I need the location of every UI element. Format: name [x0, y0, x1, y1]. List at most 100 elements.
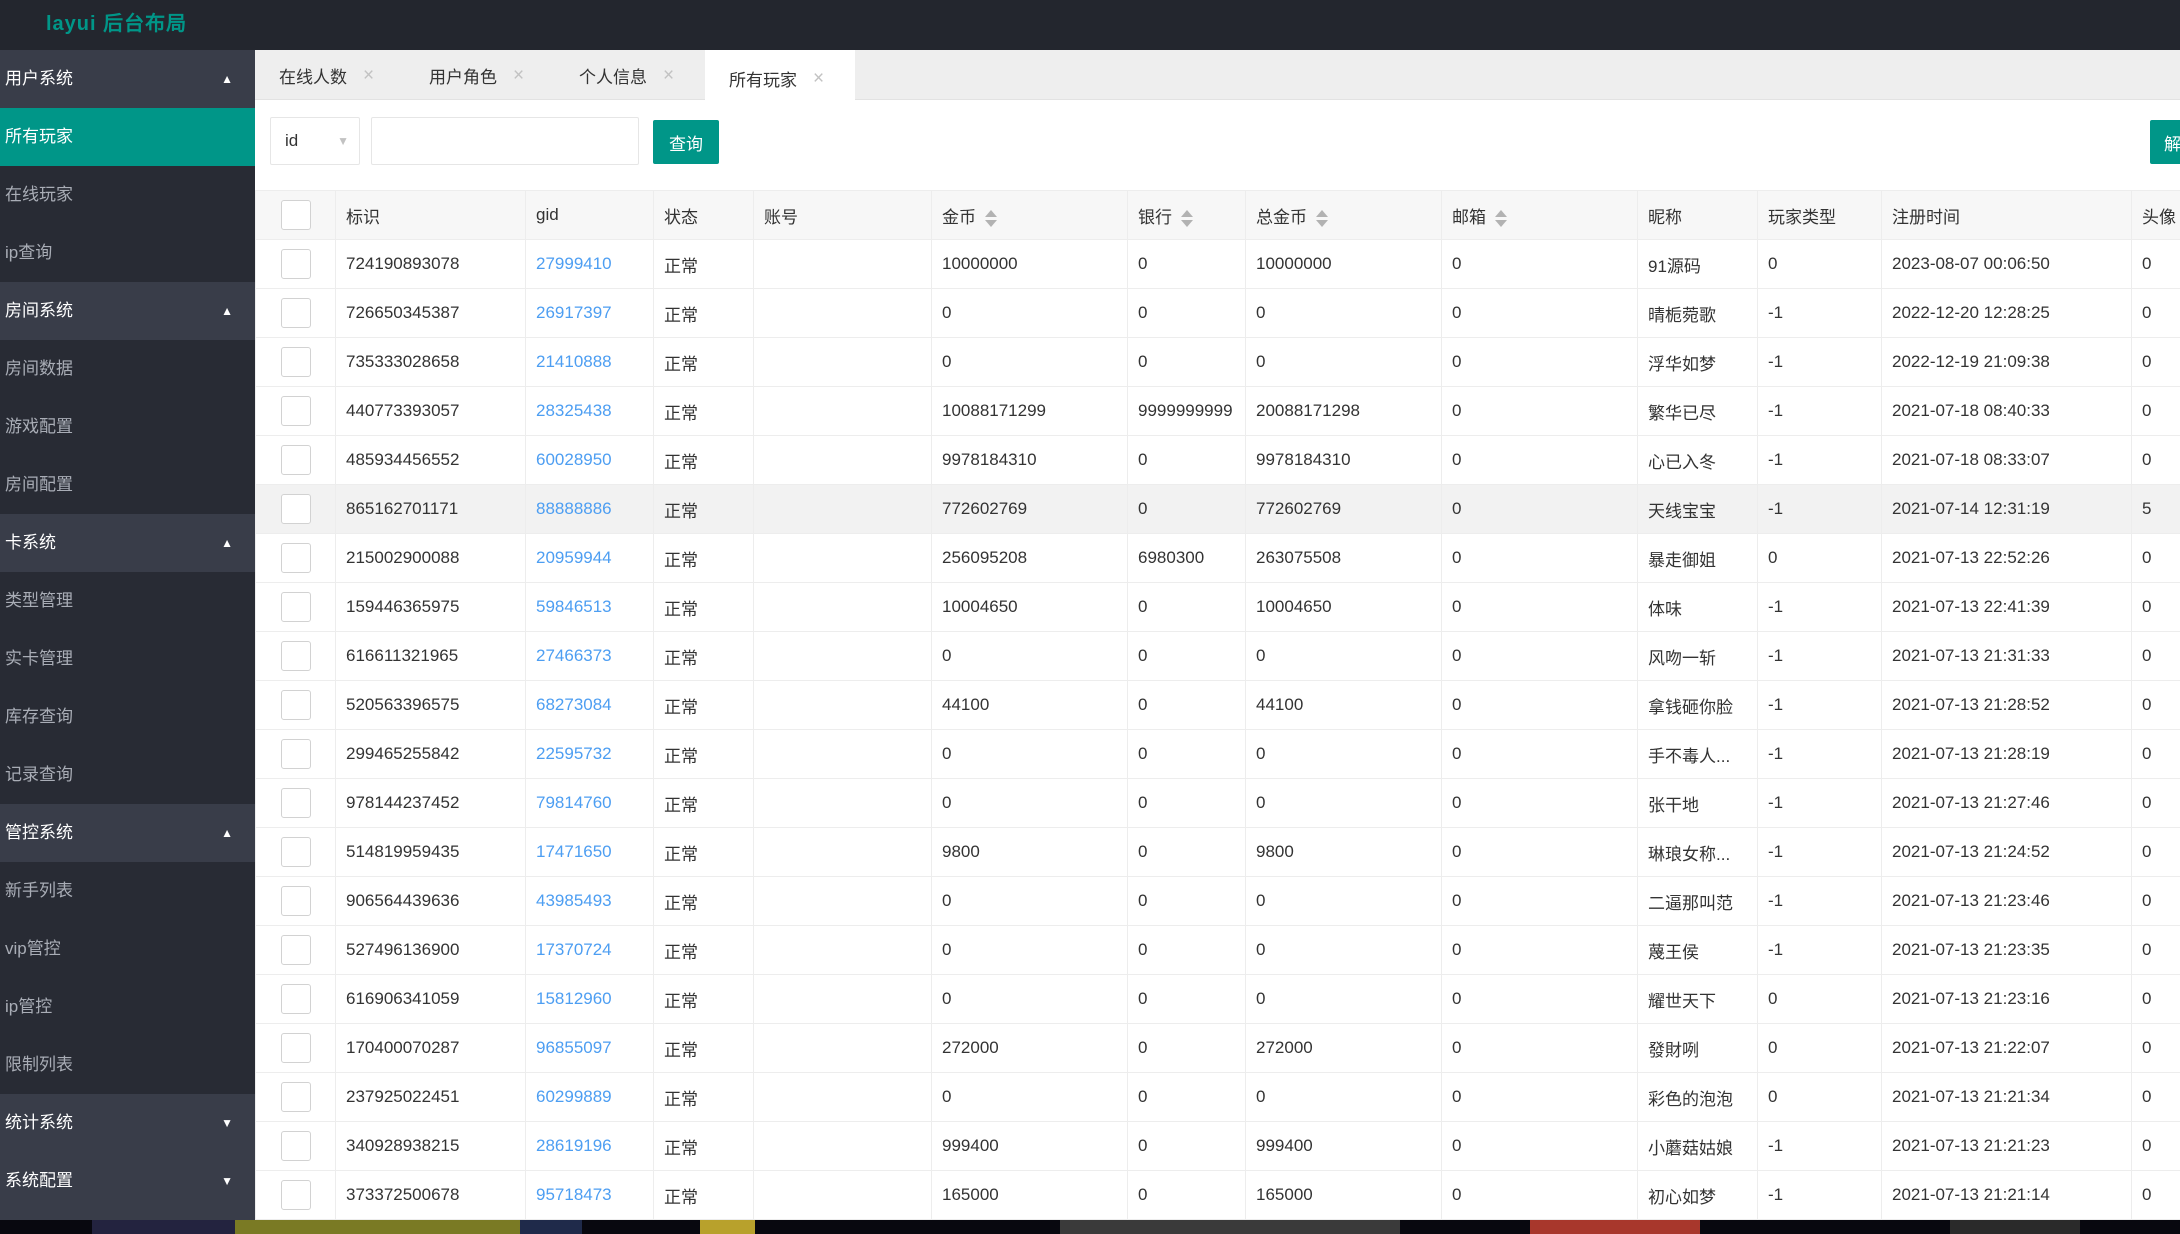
row-checkbox[interactable] — [281, 1131, 311, 1161]
sidebar-group-header[interactable]: 管控系统▲ — [0, 804, 255, 862]
row-checkbox[interactable] — [281, 298, 311, 328]
gid-link[interactable]: 96855097 — [526, 1024, 654, 1073]
gid-link[interactable]: 60028950 — [526, 436, 654, 485]
close-icon[interactable]: × — [813, 69, 824, 88]
close-icon[interactable]: × — [513, 66, 524, 85]
row-checkbox[interactable] — [281, 592, 311, 622]
cell: 20088171298 — [1246, 387, 1442, 436]
gid-link[interactable]: 88888886 — [526, 485, 654, 534]
row-checkbox[interactable] — [281, 788, 311, 818]
sidebar-group-header[interactable]: 统计系统▼ — [0, 1094, 255, 1152]
gid-link[interactable]: 26917397 — [526, 289, 654, 338]
tab-2[interactable]: 个人信息× — [555, 50, 705, 100]
row-checkbox[interactable] — [281, 935, 311, 965]
cell: 正常 — [654, 975, 754, 1024]
cell: -1 — [1758, 485, 1882, 534]
gid-link[interactable]: 22595732 — [526, 730, 654, 779]
gid-link[interactable]: 17471650 — [526, 828, 654, 877]
cell: 0 — [1442, 779, 1638, 828]
gid-link[interactable]: 95718473 — [526, 1171, 654, 1220]
cell: 0 — [932, 632, 1128, 681]
gid-link[interactable]: 60299889 — [526, 1073, 654, 1122]
sidebar-item[interactable]: 记录查询 — [0, 746, 255, 804]
cell: 165000 — [932, 1171, 1128, 1220]
sidebar-group-header[interactable]: 卡系统▲ — [0, 514, 255, 572]
row-checkbox[interactable] — [281, 249, 311, 279]
gid-link[interactable]: 28325438 — [526, 387, 654, 436]
tab-0[interactable]: 在线人数× — [255, 50, 405, 100]
gid-link[interactable]: 17370724 — [526, 926, 654, 975]
row-checkbox[interactable] — [281, 886, 311, 916]
sidebar-group-header[interactable]: 系统配置▼ — [0, 1152, 255, 1210]
checkbox-cell — [256, 1122, 336, 1171]
sidebar-item[interactable]: ip管控 — [0, 978, 255, 1036]
row-checkbox[interactable] — [281, 837, 311, 867]
sidebar-item[interactable]: vip管控 — [0, 920, 255, 978]
cell: 520563396575 — [336, 681, 526, 730]
gid-link[interactable]: 27999410 — [526, 240, 654, 289]
gid-link[interactable]: 59846513 — [526, 583, 654, 632]
sort-icon[interactable] — [1316, 210, 1328, 227]
sort-icon[interactable] — [1181, 210, 1193, 227]
sidebar-group-header[interactable]: 房间系统▲ — [0, 282, 255, 340]
tab-3[interactable]: 所有玩家× — [705, 50, 855, 106]
sidebar-item[interactable]: 游戏配置 — [0, 398, 255, 456]
sidebar-group-header[interactable]: 用户系统▲ — [0, 50, 255, 108]
checkbox-cell — [256, 779, 336, 828]
sort-icon[interactable] — [1495, 210, 1507, 227]
row-checkbox[interactable] — [281, 690, 311, 720]
cell: 340928938215 — [336, 1122, 526, 1171]
gid-link[interactable]: 21410888 — [526, 338, 654, 387]
app-logo[interactable]: layui 后台布局 — [46, 0, 187, 48]
row-checkbox[interactable] — [281, 984, 311, 1014]
gid-link[interactable]: 79814760 — [526, 779, 654, 828]
cell: 0 — [1758, 240, 1882, 289]
row-checkbox[interactable] — [281, 494, 311, 524]
search-input[interactable] — [371, 117, 639, 165]
tab-1[interactable]: 用户角色× — [405, 50, 555, 100]
row-checkbox[interactable] — [281, 347, 311, 377]
gid-link[interactable]: 20959944 — [526, 534, 654, 583]
cell — [754, 926, 932, 975]
cell: 978144237452 — [336, 779, 526, 828]
close-icon[interactable]: × — [663, 66, 674, 85]
sidebar-item[interactable]: 实卡管理 — [0, 630, 255, 688]
cell: 0 — [1128, 632, 1246, 681]
sidebar-item[interactable]: 房间配置 — [0, 456, 255, 514]
gid-link[interactable]: 68273084 — [526, 681, 654, 730]
sidebar-item[interactable]: 房间数据 — [0, 340, 255, 398]
gid-link[interactable]: 43985493 — [526, 877, 654, 926]
gid-link[interactable]: 15812960 — [526, 975, 654, 1024]
checkbox-cell — [256, 387, 336, 436]
cell: 0 — [1442, 975, 1638, 1024]
search-field-select[interactable]: id ▼ — [270, 117, 360, 165]
query-button[interactable]: 查询 — [653, 120, 719, 164]
cell: 蔑王侯 — [1638, 926, 1758, 975]
row-checkbox[interactable] — [281, 641, 311, 671]
close-icon[interactable]: × — [363, 66, 374, 85]
cell — [754, 387, 932, 436]
table-row: 97814423745279814760正常0000张干地-12021-07-1… — [256, 779, 2180, 828]
gid-link[interactable]: 27466373 — [526, 632, 654, 681]
unban-button[interactable]: 解 — [2150, 120, 2180, 164]
row-checkbox[interactable] — [281, 396, 311, 426]
select-all-checkbox[interactable] — [281, 200, 311, 230]
row-checkbox[interactable] — [281, 739, 311, 769]
row-checkbox[interactable] — [281, 445, 311, 475]
sidebar-item[interactable]: 限制列表 — [0, 1036, 255, 1094]
row-checkbox[interactable] — [281, 1180, 311, 1210]
sidebar-item[interactable]: 新手列表 — [0, 862, 255, 920]
cell: 0 — [1128, 779, 1246, 828]
sidebar-item[interactable]: 所有玩家 — [0, 108, 255, 166]
sidebar-item[interactable]: 在线玩家 — [0, 166, 255, 224]
sidebar-item[interactable]: ip查询 — [0, 224, 255, 282]
cell — [754, 1073, 932, 1122]
row-checkbox[interactable] — [281, 543, 311, 573]
row-checkbox[interactable] — [281, 1033, 311, 1063]
sidebar-item[interactable]: 库存查询 — [0, 688, 255, 746]
sidebar-item[interactable]: 类型管理 — [0, 572, 255, 630]
cell: 0 — [1128, 1171, 1246, 1220]
gid-link[interactable]: 28619196 — [526, 1122, 654, 1171]
row-checkbox[interactable] — [281, 1082, 311, 1112]
sort-icon[interactable] — [985, 210, 997, 227]
